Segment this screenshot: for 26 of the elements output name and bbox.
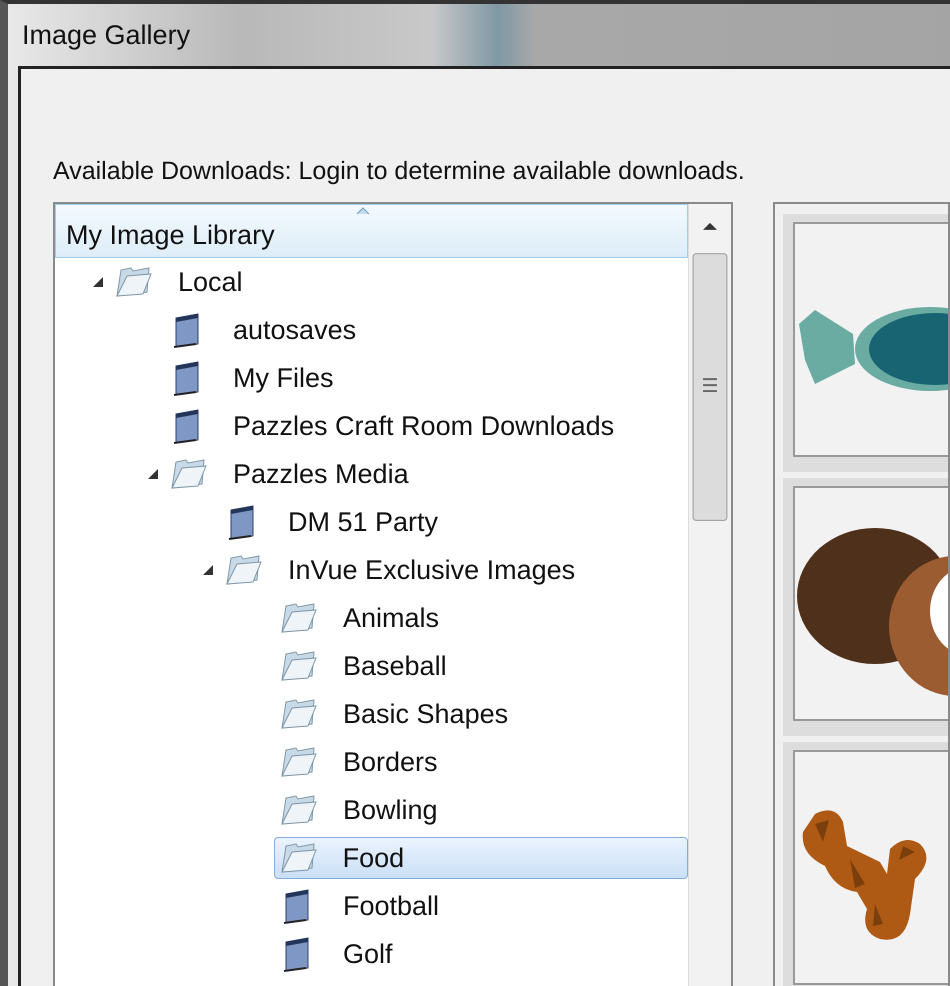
tree-item[interactable]: DM 51 Party — [281, 502, 446, 542]
sort-arrow-icon — [356, 207, 370, 215]
tree-item[interactable]: Basic Shapes — [336, 694, 516, 734]
tree-item[interactable]: Borders — [336, 742, 445, 782]
expander-arrow-icon[interactable] — [146, 467, 160, 481]
thumbnail-tile[interactable] — [793, 486, 948, 721]
tree-item[interactable]: Animals — [336, 598, 446, 638]
tree-item[interactable]: Football — [336, 886, 446, 926]
tree-item[interactable]: Bowling — [336, 790, 445, 830]
downloads-notice: Available Downloads: Login to determine available downloads. — [53, 157, 746, 186]
tree-item[interactable]: autosaves — [226, 310, 364, 350]
tree-item[interactable]: Baseball — [336, 646, 454, 686]
column-header[interactable]: My Image Library — [55, 204, 688, 258]
scrollbar[interactable] — [688, 204, 731, 986]
window-title: Image Gallery — [22, 20, 190, 50]
thumbnail-tile[interactable] — [793, 750, 948, 985]
thumbnail-tile[interactable] — [793, 222, 948, 457]
tree-item[interactable]: Food — [336, 838, 412, 878]
expander-arrow-icon[interactable] — [91, 275, 105, 289]
tree-item[interactable]: Golf — [336, 934, 400, 974]
tree-item[interactable]: Pazzles Media — [226, 454, 416, 494]
tree-item[interactable]: InVue Exclusive Images — [281, 550, 582, 590]
expander-arrow-icon[interactable] — [201, 563, 215, 577]
tree-item[interactable]: Local — [171, 262, 250, 302]
tree-item[interactable]: Pazzles Craft Room Downloads — [226, 406, 622, 446]
tree-item[interactable]: My Files — [226, 358, 340, 398]
